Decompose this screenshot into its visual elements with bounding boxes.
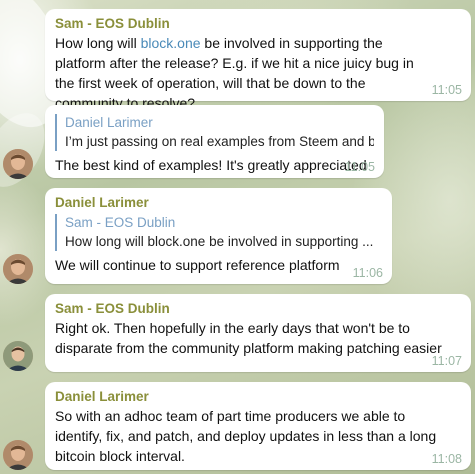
message-text: So with an adhoc team of part time produ… xyxy=(55,408,437,464)
message-timestamp: 11:05 xyxy=(344,160,375,174)
message-bubble[interactable]: Daniel Larimer I’m just passing on real … xyxy=(45,105,384,178)
message-bubble[interactable]: Daniel Larimer Sam - EOS Dublin How long… xyxy=(45,188,392,284)
message-sender[interactable]: Daniel Larimer xyxy=(55,388,461,406)
person-icon xyxy=(3,341,33,371)
avatar-daniel-larimer[interactable] xyxy=(3,149,33,179)
reply-author: Sam - EOS Dublin xyxy=(65,215,176,230)
person-icon xyxy=(3,254,33,284)
message-bubble[interactable]: Sam - EOS Dublin Right ok. Then hopefull… xyxy=(45,294,471,372)
message-text: How long will block.one be involved in s… xyxy=(55,33,461,113)
message-link[interactable]: block.one xyxy=(141,35,201,51)
message-sender[interactable]: Sam - EOS Dublin xyxy=(55,300,461,318)
person-icon xyxy=(3,149,33,179)
message-sender[interactable]: Daniel Larimer xyxy=(55,194,382,212)
reply-author: Daniel Larimer xyxy=(65,115,153,130)
person-icon xyxy=(3,440,33,470)
reply-preview[interactable]: Daniel Larimer I’m just passing on real … xyxy=(55,114,374,151)
avatar-sam-eos-dublin[interactable] xyxy=(3,341,33,371)
message-text-part: How long will xyxy=(55,35,141,51)
message-sender[interactable]: Sam - EOS Dublin xyxy=(55,15,461,33)
message-timestamp: 11:05 xyxy=(431,83,462,97)
message-bubble[interactable]: Sam - EOS Dublin How long will block.one… xyxy=(45,9,471,111)
reply-text: I’m just passing on real examples from S… xyxy=(65,134,374,149)
message-bubble[interactable]: Daniel Larimer So with an adhoc team of … xyxy=(45,382,471,470)
reply-text: How long will block.one be involved in s… xyxy=(65,234,374,249)
message-timestamp: 11:08 xyxy=(431,452,462,466)
message-text: The best kind of examples! It's greatly … xyxy=(55,157,367,173)
avatar-daniel-larimer[interactable] xyxy=(3,254,33,284)
message-timestamp: 11:06 xyxy=(352,266,383,280)
message-text: We will continue to support reference pl… xyxy=(55,257,340,273)
avatar-daniel-larimer[interactable] xyxy=(3,440,33,470)
message-text: Right ok. Then hopefully in the early da… xyxy=(55,320,442,356)
message-timestamp: 11:07 xyxy=(431,354,462,368)
reply-preview[interactable]: Sam - EOS Dublin How long will block.one… xyxy=(55,214,382,251)
